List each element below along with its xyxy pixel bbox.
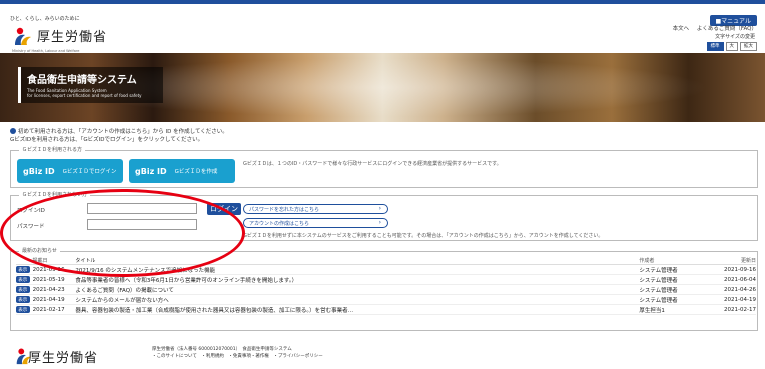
row-title[interactable]: 食品等事業者の皆様へ（令和3年6月1日から営業許可のオンライン手続きを開始します… xyxy=(75,276,639,284)
login-note: GビズＩＤを利用せずに本システムのサービスをご利用することも可能です。その場合は… xyxy=(243,233,604,239)
password-input[interactable] xyxy=(87,219,197,230)
login-section: ＧビズＩＤを利用されない方 ログインID パスワード ログイン パスワードを忘れ… xyxy=(10,191,758,241)
password-label: パスワード xyxy=(17,224,45,230)
row-author: 厚生担当1 xyxy=(639,307,665,314)
view-button[interactable]: 表示 xyxy=(16,296,30,303)
table-row: 表示 2021-05-19 食品等事業者の皆様へ（令和3年6月1日から営業許可の… xyxy=(16,275,756,285)
header-title: タイトル xyxy=(75,258,96,264)
row-title[interactable]: 2021/9/16 のシステムメンテナンスで追加になった機能 xyxy=(75,266,639,274)
row-date: 2021-02-17 xyxy=(32,306,65,313)
login-section-legend: ＧビズＩＤを利用されない方 xyxy=(19,191,91,198)
table-row: 表示 2021-02-17 器具、容器包装の製造・加工業（合成樹脂が使用された器… xyxy=(16,305,756,315)
news-table: 掲載日 タイトル 作成者 更新日 表示 2021-09-16 2021/9/16… xyxy=(16,257,756,315)
fontsize-label: 文字サイズの変更 xyxy=(715,34,755,40)
logo-text: 厚生労働省 xyxy=(37,30,108,45)
gbiz-create-button[interactable]: gBiz ID GビズＩＤを作成 xyxy=(129,159,235,183)
login-id-label: ログインID xyxy=(17,208,45,214)
info-icon xyxy=(10,128,16,134)
footer-line-2[interactable]: ・このサイトについて ・利用規約 ・免責事項・著作権 ・プライバシーポリシー xyxy=(152,353,323,360)
view-button[interactable]: 表示 xyxy=(16,286,30,293)
row-title[interactable]: システムからのメールが届かない方へ xyxy=(75,296,639,304)
row-author: システム管理者 xyxy=(639,297,678,304)
gbiz-create-label: GビズＩＤを作成 xyxy=(174,169,218,175)
table-row: 表示 2021-04-19 システムからのメールが届かない方へ システム管理者 … xyxy=(16,295,756,305)
row-updated: 2021-04-26 xyxy=(724,286,756,293)
chevron-right-icon: › xyxy=(378,205,381,212)
gbiz-section: ＧビズＩＤを利用される方 gBiz ID GビズＩＤでログイン gBiz ID … xyxy=(10,146,758,188)
notice: 初めて利用される方は、「アカウントの作成はこちら」から ID を作成してください… xyxy=(10,128,228,144)
news-section-legend: 最新のお知らせ xyxy=(19,247,60,254)
tagline: ひと、くらし、みらいのために xyxy=(10,16,80,22)
gbiz-logo-icon: gBiz ID xyxy=(23,166,55,176)
row-title[interactable]: 器具、容器包装の製造・加工業（合成樹脂が使用された器具又は容器包装の製造、加工に… xyxy=(75,306,639,314)
gbiz-section-legend: ＧビズＩＤを利用される方 xyxy=(19,146,86,153)
row-date: 2021-04-23 xyxy=(32,286,65,293)
row-author: システム管理者 xyxy=(639,267,678,274)
row-title[interactable]: よくあるご質問（FAQ）の掲載について xyxy=(75,286,639,294)
row-author: システム管理者 xyxy=(639,277,678,284)
row-date: 2021-05-19 xyxy=(32,276,65,283)
footer: 厚生労働省 厚生労働省（法人番号 6000012070001） 食品衛生申請等シ… xyxy=(0,338,765,369)
notice-line-2: GビズIDを利用される方は、「GビズIDでログイン」をクリックしてください。 xyxy=(10,137,204,143)
page: ひと、くらし、みらいのために 厚生労働省 Ministry of Health,… xyxy=(0,0,765,369)
view-button[interactable]: 表示 xyxy=(16,266,30,273)
fontsize-zoom-button[interactable]: 拡大 xyxy=(740,42,757,51)
fontsize-standard-button[interactable]: 標準 xyxy=(706,42,724,51)
notice-line-1: 初めて利用される方は、「アカウントの作成はこちら」から ID を作成してください… xyxy=(18,129,228,135)
top-bar xyxy=(0,0,765,4)
footer-links: 厚生労働省（法人番号 6000012070001） 食品衛生申請等システム ・こ… xyxy=(152,346,323,360)
login-id-input[interactable] xyxy=(87,203,197,214)
faq-link[interactable]: よくあるご質問（FAQ） xyxy=(697,26,757,32)
news-table-header: 掲載日 タイトル 作成者 更新日 xyxy=(16,257,756,265)
table-row: 表示 2021-09-16 2021/9/16 のシステムメンテナンスで追加にな… xyxy=(16,265,756,275)
gbiz-login-button[interactable]: gBiz ID GビズＩＤでログイン xyxy=(17,159,123,183)
hero-banner: 食品衛生申請等システム The Food Sanitation Applicat… xyxy=(0,53,765,122)
system-subtitle-2: for licenses, export certification and r… xyxy=(27,93,142,98)
system-title: 食品衛生申請等システム xyxy=(27,75,137,86)
header-links: 本文へ よくあるご質問（FAQ） xyxy=(667,24,757,32)
row-author: システム管理者 xyxy=(639,287,678,294)
skip-to-content-link[interactable]: 本文へ xyxy=(673,26,690,32)
table-row: 表示 2021-04-23 よくあるご質問（FAQ）の掲載について システム管理… xyxy=(16,285,756,295)
footer-logo-text: 厚生労働省 xyxy=(28,351,99,366)
fontsize-large-button[interactable]: 大 xyxy=(725,42,738,51)
create-account-link[interactable]: アカウントの作成はこちら › xyxy=(243,218,388,228)
gbiz-description: GビズＩＤは、１つのID・パスワードで様々な行政サービスにログインできる経済産業… xyxy=(243,161,502,167)
header-updated: 更新日 xyxy=(740,258,756,264)
view-button[interactable]: 表示 xyxy=(16,306,30,313)
row-date: 2021-09-16 xyxy=(32,266,65,273)
mhlw-logo[interactable]: 厚生労働省 Ministry of Health, Labour and Wel… xyxy=(12,25,142,53)
fontsize-buttons: 標準 大 拡大 xyxy=(706,42,757,51)
mhlw-logo-icon xyxy=(15,27,31,45)
view-button[interactable]: 表示 xyxy=(16,276,30,283)
row-updated: 2021-04-19 xyxy=(724,296,756,303)
forgot-password-label: パスワードを忘れた方はこちら xyxy=(249,206,320,213)
chevron-right-icon: › xyxy=(378,219,381,226)
footer-line-1[interactable]: 厚生労働省（法人番号 6000012070001） 食品衛生申請等システム xyxy=(152,346,323,353)
gbiz-logo-icon: gBiz ID xyxy=(135,166,167,176)
forgot-password-link[interactable]: パスワードを忘れた方はこちら › xyxy=(243,204,388,214)
create-account-label: アカウントの作成はこちら xyxy=(249,220,310,227)
row-date: 2021-04-19 xyxy=(32,296,65,303)
header-date: 掲載日 xyxy=(32,258,48,264)
row-updated: 2021-06-04 xyxy=(724,276,756,283)
login-button[interactable]: ログイン xyxy=(207,203,241,215)
gbiz-login-label: GビズＩＤでログイン xyxy=(62,169,117,175)
row-updated: 2021-09-16 xyxy=(724,266,756,273)
header-author: 作成者 xyxy=(639,258,655,264)
row-updated: 2021-02-17 xyxy=(724,306,756,313)
banner-title-box: 食品衛生申請等システム The Food Sanitation Applicat… xyxy=(18,67,163,103)
